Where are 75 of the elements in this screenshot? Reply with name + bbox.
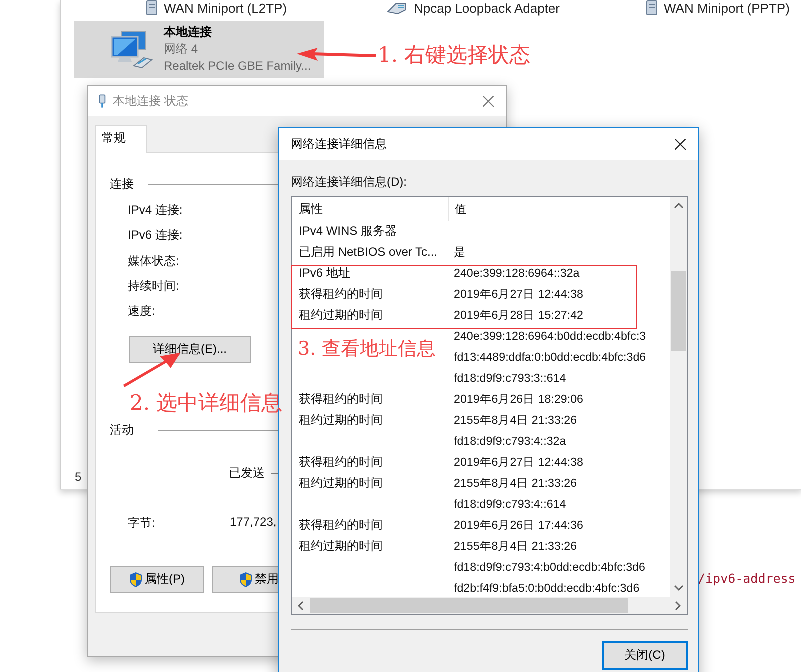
value-cell: 240e:399:128:6964:b0dd:ecdb:4bfc:3 [454,330,646,343]
field-label: 字节: [128,515,156,532]
scrollbar-thumb[interactable] [310,598,628,613]
status-bar-text: 5 [75,470,82,484]
close-button[interactable]: 关闭(C) [602,641,688,670]
scrollbar-thumb[interactable] [671,271,686,351]
field-label: 速度: [128,303,156,320]
field-value: 177,723, [230,515,277,532]
value-cell: 240e:399:128:6964::32a [454,267,580,280]
horizontal-scrollbar[interactable] [292,597,687,614]
property-cell: 租约过期的时间 [299,308,383,322]
window-title: 本地连接 状态 [113,92,190,110]
column-header[interactable]: 值 [449,197,467,221]
scroll-up-icon[interactable] [674,203,684,209]
scroll-down-icon[interactable] [674,585,684,591]
adapter-name: WAN Miniport (PPTP) [664,0,790,16]
group-label: 连接 [110,176,134,192]
code-text: /ipv6-address [698,571,796,586]
field-label: IPv4 连接: [128,202,183,219]
value-cell: 2155年8月4日 21:33:26 [454,477,578,490]
annotation-text: 3. 查看地址信息 [298,337,436,362]
adapter-name: 本地连接 [164,24,213,41]
admin-button[interactable]: 属性(P) [110,566,204,594]
property-cell: 租约过期的时间 [299,476,383,490]
scroll-right-icon[interactable] [675,600,681,610]
property-cell: 已启用 NetBIOS over Tc... [299,245,438,259]
property-cell: IPv4 WINS 服务器 [299,224,398,238]
property-cell: 获得租约的时间 [299,287,383,301]
value-cell: fd2b:f4f9:bfa5:0:b0dd:ecdb:4bfc:3d6 [454,582,640,595]
field-label: IPv6 连接: [128,227,183,244]
shield-icon [129,572,143,588]
server-icon [144,0,160,16]
property-cell: 获得租约的时间 [299,455,383,469]
tab[interactable]: 常规 [95,125,147,153]
adapter-item[interactable]: WAN Miniport (PPTP) [582,0,801,17]
value-cell: 2019年6月28日 15:27:42 [454,309,584,322]
field-label: 媒体状态: [128,252,180,270]
adapter-network: 网络 4 [164,41,200,58]
column-header[interactable]: 属性 [292,197,449,221]
value-cell: 2019年6月27日 12:44:38 [454,456,584,469]
network-plug-icon [98,94,107,108]
adapter-item[interactable]: Npcap Loopback Adapter [328,0,582,17]
shield-icon [239,572,253,588]
property-cell: 获得租约的时间 [299,518,383,532]
close-icon[interactable] [675,138,686,150]
value-cell: 2155年8月4日 21:33:26 [454,414,578,427]
list-label: 网络连接详细信息(D): [291,174,408,191]
value-cell: 2155年8月4日 21:33:26 [454,540,578,553]
value-cell: fd18:d9f9:c793:3::614 [454,372,566,385]
server-icon [644,0,660,16]
adapter-name: Npcap Loopback Adapter [414,0,560,16]
vertical-scrollbar[interactable] [670,197,687,597]
column-label: 已发送 [229,465,265,482]
scroll-left-icon[interactable] [298,600,304,610]
adapter-item[interactable]: 本地连接 网络 4 Realtek PCIe GBE Family... [74,21,324,78]
annotation-text: 1. 右键选择状态 [378,42,531,69]
value-cell: fd18:d9f9:c793:4::614 [454,498,566,511]
adapter-name: WAN Miniport (L2TP) [164,0,288,16]
property-cell: 租约过期的时间 [299,413,383,427]
value-cell: fd13:4489:ddfa:0:b0dd:ecdb:4bfc:3d6 [454,351,646,364]
adapter-device: Realtek PCIe GBE Family... [164,58,312,75]
window-title: 网络连接详细信息 [291,136,388,152]
value-cell: fd18:d9f9:c793:4::32a [454,435,566,448]
details-button[interactable]: 详细信息(E)... [129,336,251,364]
value-cell: 是 [454,246,466,259]
property-cell: 获得租约的时间 [299,392,383,406]
value-cell: 2019年6月27日 12:44:38 [454,288,584,301]
value-cell: fd18:d9f9:c793:4:b0dd:ecdb:4bfc:3d6 [454,561,646,574]
adapter-item[interactable]: WAN Miniport (L2TP) [74,0,328,17]
property-cell: IPv6 地址 [299,266,350,280]
value-cell: 2019年6月26日 18:29:06 [454,393,584,406]
field-label: 持续时间: [128,278,180,295]
property-cell: 租约过期的时间 [299,539,383,553]
group-label: 活动 [110,422,134,439]
value-cell: 2019年6月26日 17:44:36 [454,519,584,532]
